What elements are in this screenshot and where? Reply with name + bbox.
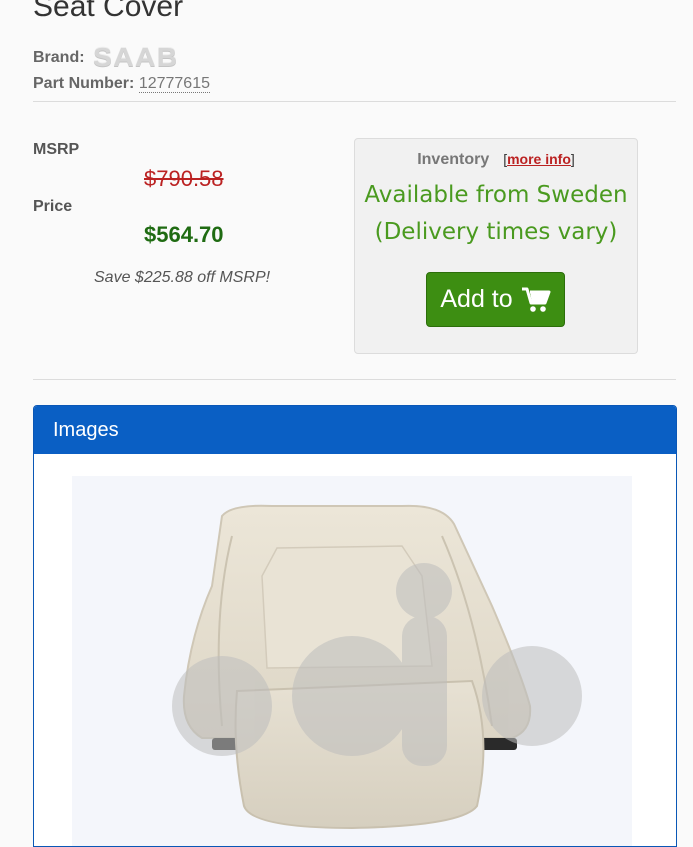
images-panel-header: Images	[34, 406, 676, 454]
savings-text: Save $225.88 off MSRP!	[94, 269, 271, 286]
product-image[interactable]	[72, 476, 632, 847]
part-number-value: 12777615	[138, 75, 210, 93]
images-panel: Images	[33, 405, 677, 847]
cart-icon	[521, 287, 551, 312]
brand-logo[interactable]: SAAB	[93, 42, 178, 73]
msrp-label: MSRP	[33, 141, 80, 158]
price-label: Price	[33, 198, 73, 215]
availability-line-1: Available from Sweden	[364, 182, 628, 208]
add-to-cart-button[interactable]: Add to	[426, 272, 565, 327]
inventory-label: Inventory	[417, 151, 490, 168]
brand-row: Brand: SAAB	[33, 42, 177, 73]
divider	[33, 379, 676, 380]
part-number-row: Part Number: 12777615	[33, 75, 210, 93]
page-title: Seat Cover	[33, 0, 184, 23]
availability-line-2: (Delivery times vary)	[374, 219, 618, 245]
part-number-label: Part Number:	[33, 75, 135, 92]
divider	[33, 101, 676, 102]
bracket-close: ]	[570, 151, 575, 167]
inventory-header: Inventory [more info]	[355, 151, 637, 169]
availability-text: Available from Sweden (Delivery times va…	[355, 177, 637, 251]
more-info-link[interactable]: more info	[507, 151, 571, 167]
brand-label: Brand:	[33, 48, 85, 66]
add-to-cart-label: Add to	[440, 285, 513, 313]
inventory-box: Inventory [more info] Available from Swed…	[354, 138, 638, 354]
msrp-value: $790.58	[144, 166, 224, 191]
price-value: $564.70	[144, 222, 224, 247]
